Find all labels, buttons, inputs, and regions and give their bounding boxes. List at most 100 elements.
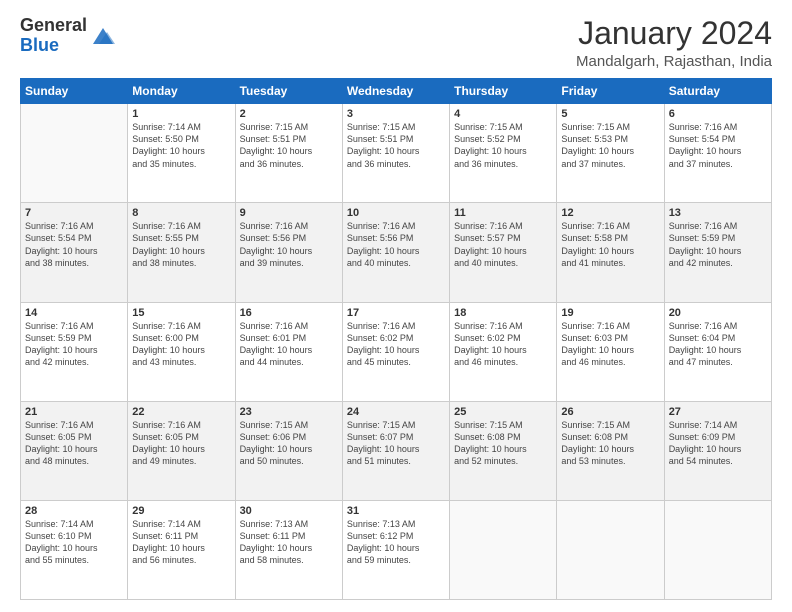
day-info: Sunrise: 7:14 AMSunset: 6:10 PMDaylight:… [25, 518, 123, 567]
calendar-cell: 12Sunrise: 7:16 AMSunset: 5:58 PMDayligh… [557, 203, 664, 302]
day-info: Sunrise: 7:16 AMSunset: 5:54 PMDaylight:… [669, 121, 767, 170]
day-info: Sunrise: 7:15 AMSunset: 5:51 PMDaylight:… [347, 121, 445, 170]
calendar-cell: 24Sunrise: 7:15 AMSunset: 6:07 PMDayligh… [342, 401, 449, 500]
day-number: 16 [240, 307, 338, 319]
calendar-cell: 13Sunrise: 7:16 AMSunset: 5:59 PMDayligh… [664, 203, 771, 302]
logo-general: General [20, 16, 87, 36]
day-info: Sunrise: 7:15 AMSunset: 5:52 PMDaylight:… [454, 121, 552, 170]
day-info: Sunrise: 7:15 AMSunset: 6:08 PMDaylight:… [561, 419, 659, 468]
day-info: Sunrise: 7:16 AMSunset: 5:57 PMDaylight:… [454, 220, 552, 269]
day-info: Sunrise: 7:15 AMSunset: 5:51 PMDaylight:… [240, 121, 338, 170]
day-info: Sunrise: 7:16 AMSunset: 6:04 PMDaylight:… [669, 320, 767, 369]
day-number: 6 [669, 108, 767, 120]
day-number: 22 [132, 406, 230, 418]
title-block: January 2024 Mandalgarh, Rajasthan, Indi… [576, 16, 772, 70]
calendar-cell: 4Sunrise: 7:15 AMSunset: 5:52 PMDaylight… [450, 104, 557, 203]
day-number: 8 [132, 207, 230, 219]
calendar-table: SundayMondayTuesdayWednesdayThursdayFrid… [20, 78, 772, 600]
week-row-5: 28Sunrise: 7:14 AMSunset: 6:10 PMDayligh… [21, 500, 772, 599]
day-info: Sunrise: 7:16 AMSunset: 6:03 PMDaylight:… [561, 320, 659, 369]
day-info: Sunrise: 7:16 AMSunset: 5:56 PMDaylight:… [347, 220, 445, 269]
day-info: Sunrise: 7:15 AMSunset: 6:06 PMDaylight:… [240, 419, 338, 468]
day-info: Sunrise: 7:16 AMSunset: 5:59 PMDaylight:… [669, 220, 767, 269]
day-number: 31 [347, 505, 445, 517]
day-info: Sunrise: 7:16 AMSunset: 6:05 PMDaylight:… [132, 419, 230, 468]
day-header-thursday: Thursday [450, 79, 557, 104]
day-info: Sunrise: 7:15 AMSunset: 6:08 PMDaylight:… [454, 419, 552, 468]
day-info: Sunrise: 7:16 AMSunset: 6:02 PMDaylight:… [347, 320, 445, 369]
day-number: 27 [669, 406, 767, 418]
calendar-cell: 14Sunrise: 7:16 AMSunset: 5:59 PMDayligh… [21, 302, 128, 401]
day-number: 25 [454, 406, 552, 418]
day-number: 14 [25, 307, 123, 319]
day-info: Sunrise: 7:13 AMSunset: 6:12 PMDaylight:… [347, 518, 445, 567]
day-number: 21 [25, 406, 123, 418]
calendar-cell: 1Sunrise: 7:14 AMSunset: 5:50 PMDaylight… [128, 104, 235, 203]
week-row-3: 14Sunrise: 7:16 AMSunset: 5:59 PMDayligh… [21, 302, 772, 401]
day-number: 26 [561, 406, 659, 418]
day-info: Sunrise: 7:16 AMSunset: 6:00 PMDaylight:… [132, 320, 230, 369]
day-info: Sunrise: 7:16 AMSunset: 5:54 PMDaylight:… [25, 220, 123, 269]
day-header-friday: Friday [557, 79, 664, 104]
calendar-cell: 31Sunrise: 7:13 AMSunset: 6:12 PMDayligh… [342, 500, 449, 599]
calendar-cell: 25Sunrise: 7:15 AMSunset: 6:08 PMDayligh… [450, 401, 557, 500]
calendar-cell: 19Sunrise: 7:16 AMSunset: 6:03 PMDayligh… [557, 302, 664, 401]
logo-blue: Blue [20, 36, 87, 56]
day-info: Sunrise: 7:16 AMSunset: 6:02 PMDaylight:… [454, 320, 552, 369]
header-row: SundayMondayTuesdayWednesdayThursdayFrid… [21, 79, 772, 104]
day-number: 3 [347, 108, 445, 120]
day-header-monday: Monday [128, 79, 235, 104]
calendar-cell: 9Sunrise: 7:16 AMSunset: 5:56 PMDaylight… [235, 203, 342, 302]
day-number: 24 [347, 406, 445, 418]
day-number: 11 [454, 207, 552, 219]
day-info: Sunrise: 7:15 AMSunset: 5:53 PMDaylight:… [561, 121, 659, 170]
calendar-cell: 30Sunrise: 7:13 AMSunset: 6:11 PMDayligh… [235, 500, 342, 599]
day-info: Sunrise: 7:16 AMSunset: 6:01 PMDaylight:… [240, 320, 338, 369]
calendar-cell [21, 104, 128, 203]
calendar-cell: 16Sunrise: 7:16 AMSunset: 6:01 PMDayligh… [235, 302, 342, 401]
location: Mandalgarh, Rajasthan, India [576, 53, 772, 70]
day-number: 10 [347, 207, 445, 219]
calendar-cell: 27Sunrise: 7:14 AMSunset: 6:09 PMDayligh… [664, 401, 771, 500]
calendar-cell [557, 500, 664, 599]
day-number: 29 [132, 505, 230, 517]
month-title: January 2024 [576, 16, 772, 51]
calendar-cell: 3Sunrise: 7:15 AMSunset: 5:51 PMDaylight… [342, 104, 449, 203]
calendar-cell: 28Sunrise: 7:14 AMSunset: 6:10 PMDayligh… [21, 500, 128, 599]
day-number: 17 [347, 307, 445, 319]
calendar-cell: 11Sunrise: 7:16 AMSunset: 5:57 PMDayligh… [450, 203, 557, 302]
calendar-cell: 21Sunrise: 7:16 AMSunset: 6:05 PMDayligh… [21, 401, 128, 500]
day-number: 9 [240, 207, 338, 219]
calendar-cell [450, 500, 557, 599]
day-info: Sunrise: 7:16 AMSunset: 5:55 PMDaylight:… [132, 220, 230, 269]
calendar-cell: 7Sunrise: 7:16 AMSunset: 5:54 PMDaylight… [21, 203, 128, 302]
calendar-cell: 20Sunrise: 7:16 AMSunset: 6:04 PMDayligh… [664, 302, 771, 401]
day-number: 7 [25, 207, 123, 219]
day-header-wednesday: Wednesday [342, 79, 449, 104]
calendar-cell: 6Sunrise: 7:16 AMSunset: 5:54 PMDaylight… [664, 104, 771, 203]
logo-icon [89, 22, 117, 50]
day-info: Sunrise: 7:14 AMSunset: 6:11 PMDaylight:… [132, 518, 230, 567]
day-info: Sunrise: 7:14 AMSunset: 5:50 PMDaylight:… [132, 121, 230, 170]
day-info: Sunrise: 7:15 AMSunset: 6:07 PMDaylight:… [347, 419, 445, 468]
header: General Blue January 2024 Mandalgarh, Ra… [20, 16, 772, 70]
day-number: 18 [454, 307, 552, 319]
day-number: 15 [132, 307, 230, 319]
day-info: Sunrise: 7:16 AMSunset: 5:56 PMDaylight:… [240, 220, 338, 269]
day-info: Sunrise: 7:13 AMSunset: 6:11 PMDaylight:… [240, 518, 338, 567]
day-header-sunday: Sunday [21, 79, 128, 104]
calendar-cell: 15Sunrise: 7:16 AMSunset: 6:00 PMDayligh… [128, 302, 235, 401]
day-number: 4 [454, 108, 552, 120]
day-header-tuesday: Tuesday [235, 79, 342, 104]
calendar-cell: 2Sunrise: 7:15 AMSunset: 5:51 PMDaylight… [235, 104, 342, 203]
day-number: 28 [25, 505, 123, 517]
day-info: Sunrise: 7:14 AMSunset: 6:09 PMDaylight:… [669, 419, 767, 468]
week-row-4: 21 Sunrise: 7:16 AMSunset: 6:05 PMDayligh… [21, 401, 772, 500]
day-info: Sunrise: 7:16 AMSunset: 5:59 PMDaylight:… [25, 320, 123, 369]
day-header-saturday: Saturday [664, 79, 771, 104]
calendar-cell: 22Sunrise: 7:16 AMSunset: 6:05 PMDayligh… [128, 401, 235, 500]
week-row-2: 7Sunrise: 7:16 AMSunset: 5:54 PMDaylight… [21, 203, 772, 302]
day-number: 23 [240, 406, 338, 418]
day-number: 13 [669, 207, 767, 219]
page: General Blue January 2024 Mandalgarh, Ra… [0, 0, 792, 612]
